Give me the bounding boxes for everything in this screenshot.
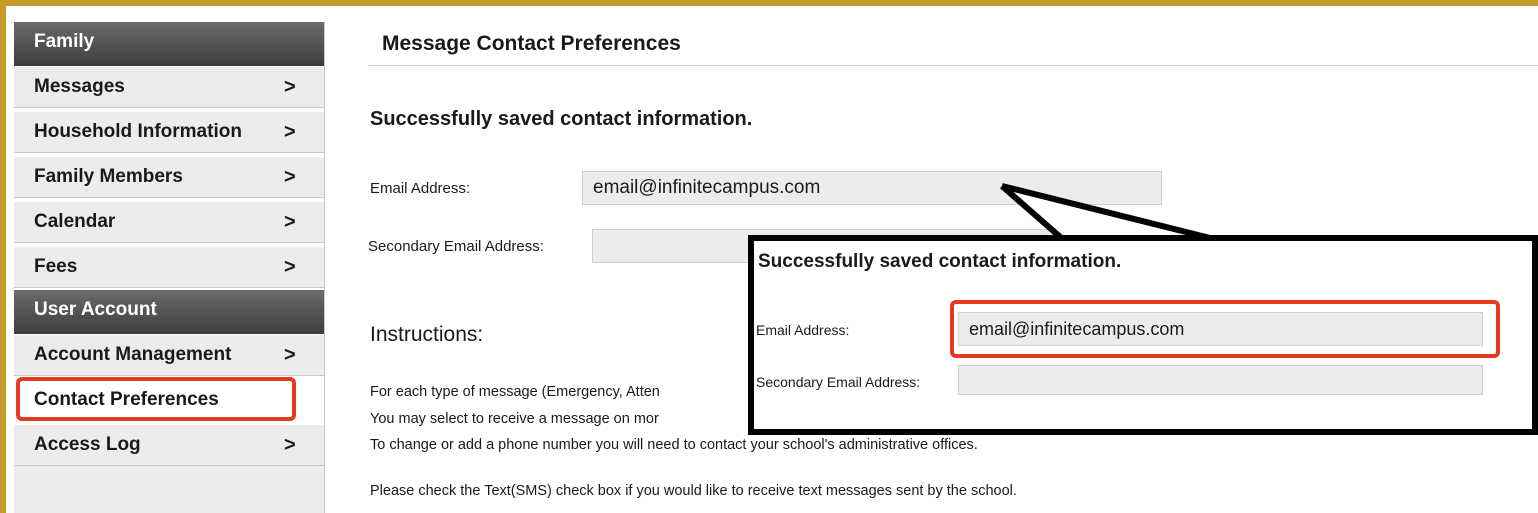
chevron-right-icon: > xyxy=(284,434,296,456)
sidebar-item-label: Account Management xyxy=(34,344,232,365)
instruction-line: You may select to receive a message on m… xyxy=(370,411,659,427)
sidebar-item-label: Contact Preferences xyxy=(34,389,219,410)
sidebar-item-label: Household Information xyxy=(34,121,242,142)
page-title: Message Contact Preferences xyxy=(382,32,681,55)
chevron-right-icon: > xyxy=(284,344,296,366)
chevron-right-icon: > xyxy=(284,76,296,98)
sidebar-item-access-log[interactable]: Access Log > xyxy=(14,424,324,466)
sidebar-filler xyxy=(14,466,324,513)
email-label: Email Address: xyxy=(370,180,471,197)
sidebar-item-contact-preferences[interactable]: Contact Preferences xyxy=(14,379,324,421)
chevron-right-icon: > xyxy=(284,256,296,278)
instructions-heading: Instructions: xyxy=(370,323,484,346)
zoom-secondary-email-label: Secondary Email Address: xyxy=(756,374,921,390)
instruction-line: For each type of message (Emergency, Att… xyxy=(370,384,660,400)
sidebar-nav: Family Messages > Household Information … xyxy=(14,22,325,513)
zoom-success-message: Successfully saved contact information. xyxy=(758,251,1122,272)
sidebar-item-label: Access Log xyxy=(34,434,141,455)
title-divider xyxy=(368,65,1538,66)
email-field[interactable] xyxy=(582,171,1162,205)
sidebar-item-household-information[interactable]: Household Information > xyxy=(14,111,324,153)
sidebar-item-fees[interactable]: Fees > xyxy=(14,246,324,288)
zoom-secondary-email-field xyxy=(958,365,1483,395)
sidebar-section-family: Family xyxy=(14,22,324,66)
zoom-email-field xyxy=(958,312,1483,346)
success-message: Successfully saved contact information. xyxy=(370,108,753,130)
sidebar-item-label: Family Members xyxy=(34,166,183,187)
sidebar-section-user-account: User Account xyxy=(14,290,324,334)
chevron-right-icon: > xyxy=(284,121,296,143)
sidebar-item-account-management[interactable]: Account Management > xyxy=(14,334,324,376)
secondary-email-label: Secondary Email Address: xyxy=(368,238,544,255)
chevron-right-icon: > xyxy=(284,166,296,188)
sidebar-item-label: Messages xyxy=(34,76,125,97)
sidebar-item-family-members[interactable]: Family Members > xyxy=(14,156,324,198)
chevron-right-icon: > xyxy=(284,211,296,233)
zoom-email-label: Email Address: xyxy=(756,322,850,338)
zoom-callout: Successfully saved contact information. … xyxy=(748,235,1538,435)
sidebar-item-label: Fees xyxy=(34,256,78,277)
sidebar-item-calendar[interactable]: Calendar > xyxy=(14,201,324,243)
instruction-line: Please check the Text(SMS) check box if … xyxy=(370,483,1017,499)
sidebar-item-messages[interactable]: Messages > xyxy=(14,66,324,108)
sidebar-item-label: Calendar xyxy=(34,211,116,232)
instruction-line: To change or add a phone number you will… xyxy=(370,437,978,453)
